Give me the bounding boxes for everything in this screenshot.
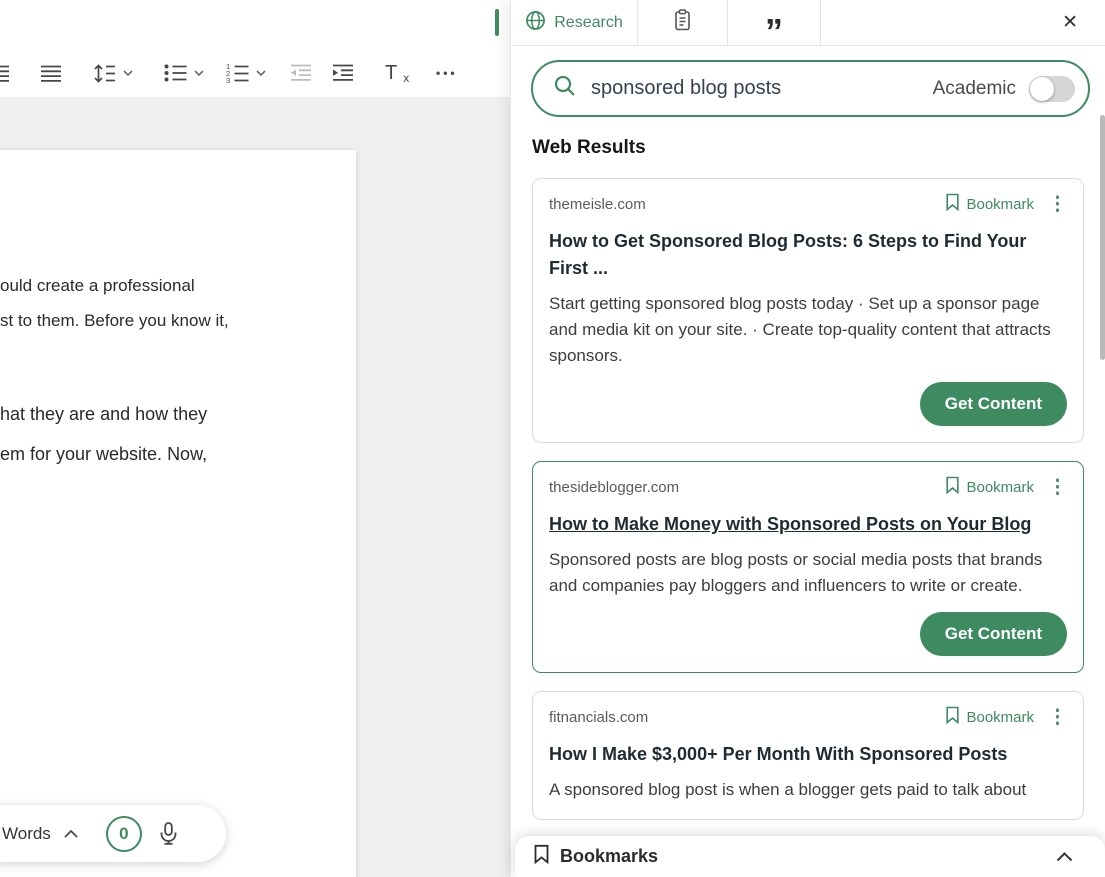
bookmarks-bar[interactable]: Bookmarks	[515, 836, 1105, 877]
tab-research-label: Research	[554, 13, 623, 31]
get-content-button[interactable]: Get Content	[919, 382, 1067, 426]
bookmark-icon	[945, 706, 960, 728]
tabbar-spacer	[821, 0, 1062, 45]
chevron-down-icon	[194, 70, 204, 76]
more-options-icon[interactable]: ⋮	[1048, 708, 1067, 727]
result-title[interactable]: How I Make $3,000+ Per Month With Sponso…	[549, 741, 1067, 768]
globe-icon	[525, 10, 546, 36]
toggle-knob	[1030, 76, 1054, 101]
bookmark-icon	[945, 476, 960, 498]
result-actions: Get Content	[549, 612, 1067, 656]
justify-icon[interactable]	[40, 58, 62, 88]
editor-canvas: ould create a professional st to them. B…	[0, 97, 510, 877]
result-card[interactable]: fitnancials.com Bookmark ⋮ How I Make $3…	[532, 691, 1084, 820]
bookmark-icon	[533, 844, 550, 869]
result-domain: thesideblogger.com	[549, 478, 680, 496]
result-card-header: themeisle.com Bookmark ⋮	[549, 193, 1067, 215]
document-line: em for your website. Now,	[0, 444, 208, 464]
more-options-icon[interactable]: ⋮	[1048, 195, 1067, 214]
chevron-down-icon	[123, 70, 133, 76]
word-count-pill[interactable]: Words 0	[0, 805, 226, 862]
result-title[interactable]: How to Make Money with Sponsored Posts o…	[549, 511, 1067, 538]
search-icon	[553, 74, 577, 103]
bookmark-label: Bookmark	[966, 195, 1034, 213]
bookmarks-label: Bookmarks	[560, 846, 659, 866]
more-options-icon[interactable]: ⋮	[1048, 478, 1067, 497]
chevron-down-icon	[256, 70, 266, 76]
app-window: 123 Tx ••• ould create a professional st…	[0, 0, 1105, 877]
word-count-badge: 0	[105, 815, 142, 852]
tab-citations[interactable]: ”	[728, 0, 821, 49]
result-card[interactable]: themeisle.com Bookmark ⋮ How to Get Spon…	[532, 178, 1084, 443]
result-card-header: fitnancials.com Bookmark ⋮	[549, 706, 1067, 728]
word-count-value: 0	[119, 823, 129, 843]
bookmark-button[interactable]: Bookmark	[945, 193, 1034, 215]
academic-label: Academic	[932, 77, 1016, 99]
numbered-list-dropdown[interactable]: 123	[226, 58, 266, 88]
align-icon[interactable]	[0, 58, 10, 88]
toolbar-more-icon[interactable]: •••	[436, 58, 458, 88]
results-list: themeisle.com Bookmark ⋮ How to Get Spon…	[511, 159, 1105, 877]
numbered-list-icon: 123	[226, 63, 249, 83]
word-count-label: Words	[2, 823, 51, 843]
document-text: ould create a professional st to them. B…	[0, 268, 290, 474]
search-bar[interactable]: sponsored blog posts Academic	[531, 60, 1090, 117]
panel-tabbar: Research ” ✕	[511, 0, 1105, 49]
tab-research[interactable]: Research	[511, 0, 638, 45]
line-spacing-dropdown[interactable]	[92, 58, 133, 88]
result-snippet: Start getting sponsored blog posts today…	[549, 294, 1051, 365]
result-card[interactable]: thesideblogger.com Bookmark ⋮ How to Mak…	[532, 461, 1084, 673]
bookmark-button[interactable]: Bookmark	[945, 706, 1034, 728]
chevron-up-icon[interactable]	[1056, 851, 1073, 862]
document-line: st to them. Before you know it,	[0, 311, 229, 330]
bullet-list-icon	[164, 64, 187, 82]
search-query[interactable]: sponsored blog posts	[591, 77, 933, 100]
document-line: hat they are and how they	[0, 404, 208, 424]
editor-pane: 123 Tx ••• ould create a professional st…	[0, 0, 510, 877]
research-panel: Research ” ✕ sponsored blog posts Academ…	[510, 0, 1105, 877]
panel-resize-handle[interactable]	[495, 9, 499, 36]
chevron-up-icon[interactable]	[64, 829, 78, 838]
result-snippet: Sponsored posts are blog posts or social…	[549, 550, 1043, 595]
bookmark-label: Bookmark	[966, 708, 1034, 726]
indent-icon[interactable]	[332, 58, 354, 88]
result-actions: Get Content	[549, 382, 1067, 426]
clear-formatting-icon[interactable]: Tx	[385, 58, 410, 88]
academic-toggle[interactable]	[1029, 75, 1075, 102]
outdent-icon[interactable]	[290, 58, 312, 88]
result-title[interactable]: How to Get Sponsored Blog Posts: 6 Steps…	[549, 228, 1067, 282]
scrollbar-thumb[interactable]	[1100, 115, 1105, 360]
bookmark-label: Bookmark	[966, 478, 1034, 496]
editor-toolbar: 123 Tx •••	[0, 0, 510, 97]
line-spacing-icon	[92, 63, 116, 83]
tab-notes[interactable]	[638, 0, 728, 45]
document-line: ould create a professional	[0, 276, 195, 295]
close-panel-button[interactable]: ✕	[1062, 11, 1078, 34]
get-content-button[interactable]: Get Content	[919, 612, 1067, 656]
result-domain: fitnancials.com	[549, 708, 649, 726]
clipboard-icon	[673, 9, 692, 36]
bullet-list-dropdown[interactable]	[164, 58, 204, 88]
result-domain: themeisle.com	[549, 195, 646, 213]
result-card-header: thesideblogger.com Bookmark ⋮	[549, 476, 1067, 498]
result-snippet: A sponsored blog post is when a blogger …	[549, 780, 1027, 799]
search-area: sponsored blog posts Academic	[511, 46, 1105, 117]
microphone-icon[interactable]	[159, 822, 178, 845]
results-heading: Web Results	[532, 137, 646, 158]
svg-text:3: 3	[226, 76, 230, 83]
bookmark-icon	[945, 193, 960, 215]
bookmark-button[interactable]: Bookmark	[945, 476, 1034, 498]
document-page[interactable]: ould create a professional st to them. B…	[0, 150, 356, 877]
